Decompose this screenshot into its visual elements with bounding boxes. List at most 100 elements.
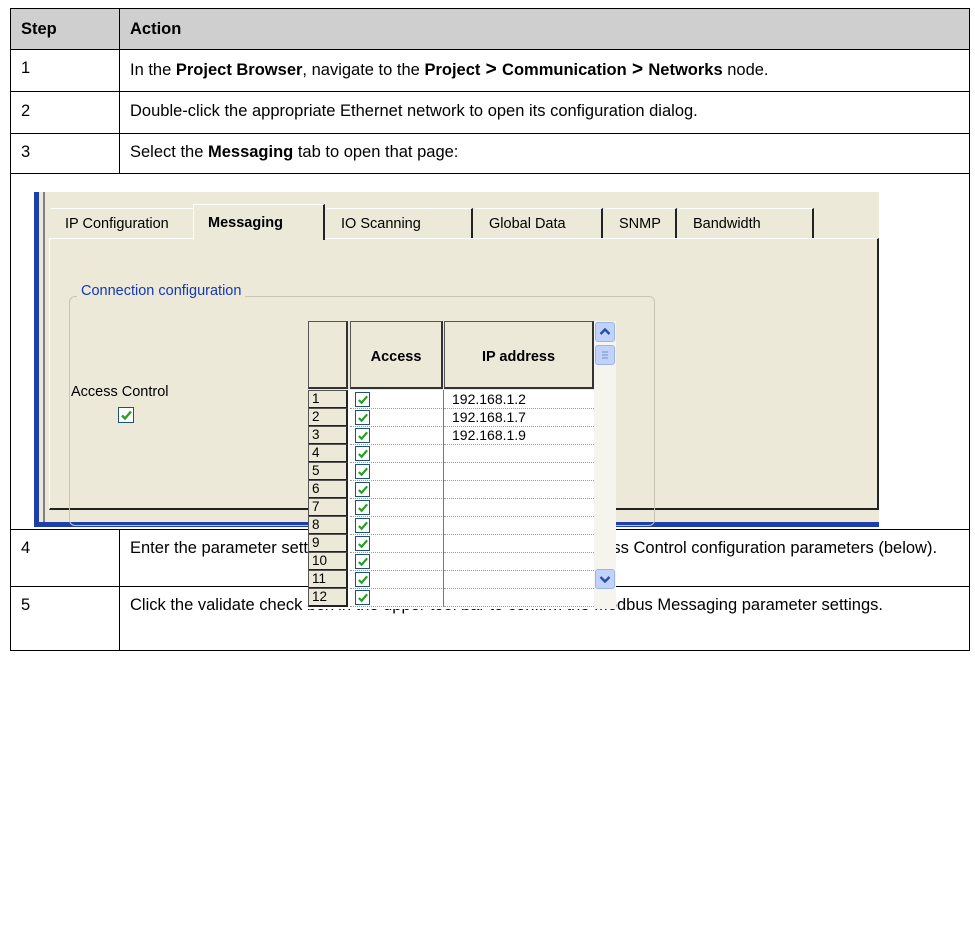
access-checkbox[interactable] (355, 500, 370, 515)
grid-row: 12 (308, 588, 594, 607)
step-header: Step (10, 8, 120, 50)
scroll-down-button[interactable] (595, 569, 615, 589)
access-checkbox[interactable] (355, 410, 370, 425)
screenshot-row: IP Configuration Messaging IO Scanning G… (10, 173, 970, 609)
project-term: Project (424, 61, 481, 79)
row-number-header (308, 321, 348, 389)
row-number: 7 (308, 498, 348, 517)
ip-address-cell[interactable] (444, 516, 594, 535)
check-icon (358, 557, 368, 567)
access-cell (350, 426, 444, 445)
access-checkbox[interactable] (355, 536, 370, 551)
table-row: 2 Double-click the appropriate Ethernet … (10, 91, 970, 134)
ip-address-cell[interactable] (444, 480, 594, 499)
row-number: 2 (308, 408, 348, 427)
procedure-table: Step Action 1 In the Project Browser, na… (10, 8, 970, 651)
check-icon (358, 485, 368, 495)
access-cell (350, 498, 444, 517)
ip-address-cell[interactable] (444, 588, 594, 607)
grid-row: 3 192.168.1.9 (308, 426, 594, 445)
tab-messaging[interactable]: Messaging (193, 204, 325, 240)
ip-address-column-header: IP address (444, 321, 594, 389)
table-row: 1 In the Project Browser, navigate to th… (10, 49, 970, 92)
tab-snmp[interactable]: SNMP (605, 208, 677, 239)
grid-row: 6 (308, 480, 594, 499)
access-cell (350, 462, 444, 481)
scroll-up-button[interactable] (595, 322, 615, 342)
access-cell (350, 588, 444, 607)
access-cell (350, 552, 444, 571)
action-text: In the Project Browser, navigate to the … (119, 49, 970, 92)
grid-row: 1 192.168.1.2 (308, 390, 594, 409)
action-text: Select the Messaging tab to open that pa… (119, 133, 970, 174)
scroll-thumb[interactable] (595, 345, 615, 365)
grid-row: 9 (308, 534, 594, 553)
ip-address-cell[interactable] (444, 462, 594, 481)
access-checkbox[interactable] (355, 518, 370, 533)
check-icon (358, 395, 368, 405)
ip-address-cell[interactable] (444, 552, 594, 571)
check-icon (358, 575, 368, 585)
check-icon (358, 413, 368, 423)
step-number: 4 (10, 529, 120, 587)
check-icon (358, 593, 368, 603)
action-text: Double-click the appropriate Ethernet ne… (119, 91, 970, 134)
ip-address-cell[interactable] (444, 570, 594, 589)
access-control-label: Access Control (71, 384, 169, 400)
ip-address-cell[interactable] (444, 534, 594, 553)
action-header: Action (119, 8, 970, 50)
ip-address-cell[interactable] (444, 498, 594, 517)
access-checkbox[interactable] (355, 428, 370, 443)
row-number: 11 (308, 570, 348, 589)
group-title: Connection configuration (77, 283, 246, 299)
tab-bandwidth[interactable]: Bandwidth (679, 208, 814, 239)
project-browser-term: Project Browser (175, 61, 303, 79)
access-column-header: Access (350, 321, 443, 389)
row-number: 10 (308, 552, 348, 571)
access-cell (350, 534, 444, 553)
grid-row: 10 (308, 552, 594, 571)
row-number: 6 (308, 480, 348, 499)
grid-row: 4 (308, 444, 594, 463)
ip-address-cell[interactable]: 192.168.1.7 (444, 408, 594, 427)
check-icon (358, 539, 368, 549)
row-number: 5 (308, 462, 348, 481)
tab-ip-configuration[interactable]: IP Configuration (51, 208, 193, 239)
ip-address-cell[interactable] (444, 444, 594, 463)
tab-strip: IP Configuration Messaging IO Scanning G… (51, 204, 881, 240)
access-cell (350, 390, 444, 409)
row-number: 9 (308, 534, 348, 553)
tab-io-scanning[interactable]: IO Scanning (327, 208, 473, 239)
step-number: 1 (10, 49, 120, 92)
networks-term: Networks (648, 61, 723, 79)
access-cell (350, 444, 444, 463)
row-number: 12 (308, 588, 348, 607)
access-checkbox[interactable] (355, 464, 370, 479)
table-row: 3 Select the Messaging tab to open that … (10, 133, 970, 174)
access-cell (350, 570, 444, 589)
step-number: 3 (10, 133, 120, 174)
vertical-scrollbar[interactable] (594, 321, 616, 609)
check-icon (358, 503, 368, 513)
tab-global-data[interactable]: Global Data (475, 208, 603, 239)
row-number: 4 (308, 444, 348, 463)
access-checkbox[interactable] (355, 446, 370, 461)
grid-row: 8 (308, 516, 594, 535)
access-cell (350, 480, 444, 499)
access-grid: Access IP address 1 192.168.1.2 2 192.168.1… (308, 321, 616, 611)
access-checkbox[interactable] (355, 554, 370, 569)
access-checkbox[interactable] (355, 590, 370, 605)
access-checkbox[interactable] (355, 482, 370, 497)
chevron-up-icon (599, 327, 611, 335)
grid-rows: 1 192.168.1.2 2 192.168.1.7 3 192.168.1.9 4 5 6 7… (308, 390, 594, 609)
ip-address-cell[interactable]: 192.168.1.9 (444, 426, 594, 445)
access-checkbox[interactable] (355, 392, 370, 407)
row-number: 3 (308, 426, 348, 445)
grid-row: 5 (308, 462, 594, 481)
step-number: 2 (10, 91, 120, 134)
access-control-checkbox[interactable] (118, 407, 134, 423)
access-checkbox[interactable] (355, 572, 370, 587)
path-separator: > (626, 59, 649, 80)
ip-address-cell[interactable]: 192.168.1.2 (444, 390, 594, 409)
ethernet-config-dialog: IP Configuration Messaging IO Scanning G… (34, 192, 881, 609)
